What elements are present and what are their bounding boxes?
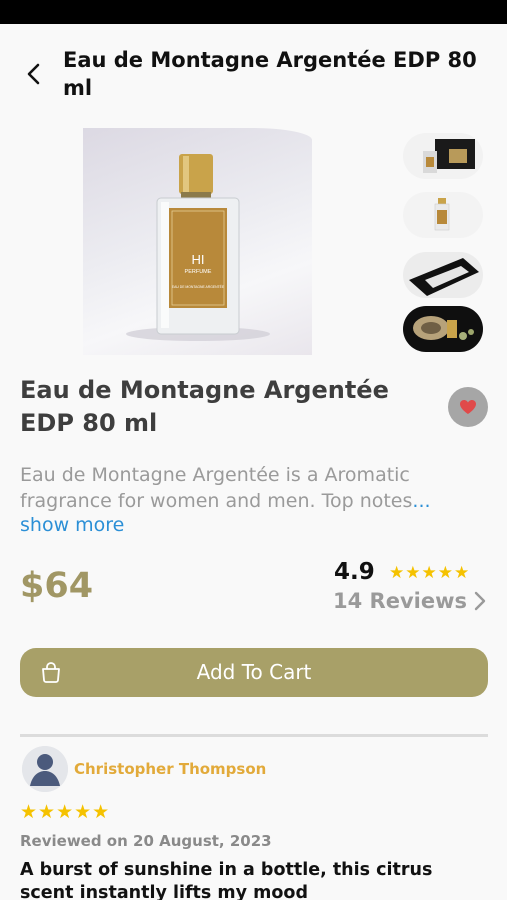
favorite-button[interactable] <box>448 387 488 427</box>
status-bar <box>0 0 507 24</box>
back-button[interactable] <box>20 60 48 88</box>
label-brand-bottom: PERFUME <box>185 269 212 275</box>
thumbnail-1[interactable] <box>403 133 483 179</box>
rating-stars: ★★★★★ <box>389 563 471 583</box>
chevron-left-icon <box>27 63 40 85</box>
description-text: Eau de Montagne Argentée is a Aromatic f… <box>20 464 413 512</box>
header: Eau de Montagne Argentée EDP 80 ml <box>0 24 507 114</box>
thumbnail-3[interactable] <box>403 252 483 298</box>
thumbnail-4[interactable] <box>403 306 483 352</box>
chevron-right-icon <box>474 591 486 611</box>
review-stars: ★★★★★ <box>20 801 111 823</box>
add-to-cart-label: Add To Cart <box>196 660 312 684</box>
product-price: $64 <box>20 566 94 606</box>
product-description: Eau de Montagne Argentée is a Aromatic f… <box>20 462 490 514</box>
description-ellipsis: ... <box>412 490 431 512</box>
page-title: Eau de Montagne Argentée EDP 80 ml <box>63 48 477 100</box>
show-more-link[interactable]: show more <box>20 514 124 536</box>
label-brand-top: HI <box>192 252 205 267</box>
label-product-name: EAU DE MONTAGNE ARGENTÉE <box>172 284 225 289</box>
reviewer-avatar <box>22 746 68 792</box>
product-title: Eau de Montagne Argentée EDP 80 ml <box>20 376 389 437</box>
section-divider <box>20 734 488 737</box>
add-to-cart-button[interactable]: Add To Cart <box>20 648 488 697</box>
thumbnail-2[interactable] <box>403 192 483 238</box>
product-main-image: HI PERFUME EAU DE MONTAGNE ARGENTÉE <box>83 128 312 355</box>
user-avatar-icon <box>22 746 68 792</box>
rating-value: 4.9 <box>334 559 375 585</box>
heart-icon <box>460 400 476 414</box>
reviewer-name: Christopher Thompson <box>74 760 267 778</box>
reviews-link[interactable]: 14 Reviews <box>333 589 487 613</box>
review-title: A burst of sunshine in a bottle, this ci… <box>20 860 433 900</box>
review-date: Reviewed on 20 August, 2023 <box>20 832 272 850</box>
reviews-count-label: 14 Reviews <box>333 589 467 613</box>
